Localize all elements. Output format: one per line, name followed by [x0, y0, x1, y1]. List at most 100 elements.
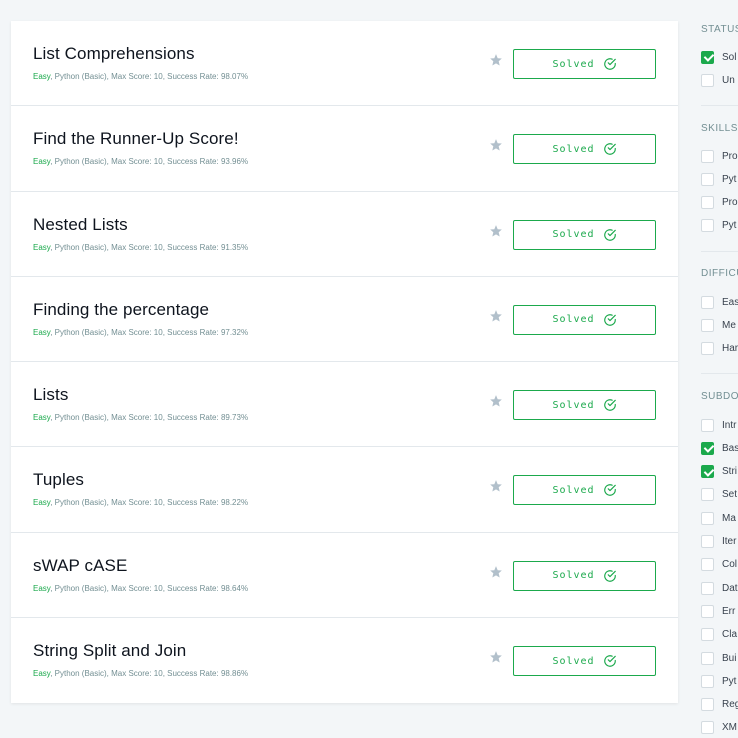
divider: [701, 251, 738, 252]
star-icon[interactable]: [489, 394, 503, 408]
filter-option-subdomains[interactable]: Pyt: [701, 674, 736, 688]
filter-option-skills[interactable]: Pyt: [701, 218, 736, 232]
filter-heading-subdomains: SUBDO: [701, 391, 738, 402]
challenge-title[interactable]: Find the Runner-Up Score!: [33, 129, 239, 149]
checkbox[interactable]: [701, 721, 714, 735]
challenge-row[interactable]: sWAP cASE Easy, Python (Basic), Max Score…: [11, 533, 678, 619]
challenge-title[interactable]: Lists: [33, 385, 68, 405]
challenge-title[interactable]: Finding the percentage: [33, 300, 209, 320]
filter-option-difficulty[interactable]: Har: [701, 341, 738, 355]
checkbox[interactable]: [701, 488, 714, 502]
challenge-row[interactable]: Find the Runner-Up Score! Easy, Python (B…: [11, 106, 678, 192]
challenge-title[interactable]: Tuples: [33, 470, 84, 490]
checkbox[interactable]: [701, 511, 714, 525]
challenge-details: , Python (Basic), Max Score: 10, Success…: [50, 583, 249, 593]
challenge-row[interactable]: String Split and Join Easy, Python (Basic…: [11, 618, 678, 703]
star-icon[interactable]: [489, 565, 503, 579]
filter-option-subdomains[interactable]: Ma: [701, 511, 736, 525]
difficulty-label: Easy: [33, 413, 51, 423]
checkbox[interactable]: [701, 581, 714, 595]
challenge-details: , Python (Basic), Max Score: 10, Success…: [50, 498, 249, 508]
filter-option-subdomains[interactable]: Dat: [701, 581, 738, 595]
filter-option-subdomains[interactable]: Bui: [701, 651, 736, 665]
filter-option-difficulty[interactable]: Eas: [701, 295, 738, 309]
challenge-row[interactable]: Nested Lists Easy, Python (Basic), Max Sc…: [11, 192, 678, 277]
checkbox[interactable]: [701, 195, 714, 209]
solved-button[interactable]: Solved: [513, 560, 656, 591]
divider: [701, 105, 738, 106]
challenge-title[interactable]: sWAP cASE: [33, 556, 127, 576]
checkbox[interactable]: [701, 318, 714, 332]
solved-button[interactable]: Solved: [513, 475, 656, 506]
checkbox[interactable]: [701, 341, 714, 355]
difficulty-label: Easy: [33, 498, 51, 508]
checkbox[interactable]: [701, 674, 714, 688]
challenge-row[interactable]: Tuples Easy, Python (Basic), Max Score: 1…: [11, 447, 678, 533]
filter-option-skills[interactable]: Pyt: [701, 172, 736, 186]
challenge-title[interactable]: Nested Lists: [33, 215, 128, 235]
filter-option-label: Stri: [722, 466, 737, 478]
filter-heading-difficulty: DIFFICU: [701, 268, 738, 279]
checkbox[interactable]: [701, 149, 714, 163]
checkbox[interactable]: [701, 172, 714, 186]
filter-option-subdomains[interactable]: Reg: [701, 698, 738, 712]
checkbox[interactable]: [701, 73, 714, 87]
filter-option-difficulty[interactable]: Me: [701, 318, 736, 332]
star-icon[interactable]: [489, 138, 503, 152]
filter-option-skills[interactable]: Pro: [701, 149, 738, 163]
star-icon[interactable]: [489, 224, 503, 238]
checkbox[interactable]: [701, 465, 714, 479]
filter-option-status[interactable]: Sol: [701, 50, 736, 64]
check-circle-icon: [603, 655, 616, 667]
filter-option-label: Har: [722, 342, 738, 354]
filter-option-subdomains[interactable]: Set: [701, 488, 737, 502]
filter-option-subdomains[interactable]: Cla: [701, 628, 737, 642]
checkbox[interactable]: [701, 604, 714, 618]
checkbox[interactable]: [701, 218, 714, 232]
filter-option-label: Me: [722, 319, 736, 331]
challenge-title[interactable]: List Comprehensions: [33, 44, 195, 64]
filter-option-subdomains[interactable]: XM: [701, 721, 737, 735]
filter-option-subdomains[interactable]: Iter: [701, 535, 736, 549]
solved-label: Solved: [552, 399, 595, 411]
checkbox[interactable]: [701, 628, 714, 642]
solved-button[interactable]: Solved: [513, 390, 656, 421]
solved-button[interactable]: Solved: [513, 219, 656, 250]
solved-label: Solved: [552, 143, 595, 155]
filter-option-subdomains[interactable]: Bas: [701, 441, 738, 455]
solved-button[interactable]: Solved: [513, 134, 656, 165]
filter-option-label: Eas: [722, 296, 738, 308]
challenge-row[interactable]: Lists Easy, Python (Basic), Max Score: 10…: [11, 362, 678, 448]
filter-option-skills[interactable]: Pro: [701, 195, 738, 209]
checkbox[interactable]: [701, 698, 714, 712]
filter-option-label: Intr: [722, 419, 737, 431]
filter-option-label: Un: [722, 74, 735, 86]
filter-option-subdomains[interactable]: Col: [701, 558, 737, 572]
solved-label: Solved: [552, 314, 595, 326]
checkbox[interactable]: [701, 418, 714, 432]
checkbox[interactable]: [701, 295, 714, 309]
star-icon[interactable]: [489, 53, 503, 67]
checkbox[interactable]: [701, 558, 714, 572]
solved-label: Solved: [552, 484, 595, 496]
filter-option-label: Ma: [722, 512, 736, 524]
filter-option-subdomains[interactable]: Err: [701, 604, 735, 618]
filter-option-status[interactable]: Un: [701, 73, 735, 87]
filter-option-subdomains[interactable]: Stri: [701, 465, 737, 479]
challenge-row[interactable]: Finding the percentage Easy, Python (Basi…: [11, 277, 678, 363]
checkbox[interactable]: [701, 441, 714, 455]
challenge-row[interactable]: List Comprehensions Easy, Python (Basic),…: [11, 21, 678, 107]
star-icon[interactable]: [489, 309, 503, 323]
filter-option-subdomains[interactable]: Intr: [701, 418, 736, 432]
solved-button[interactable]: Solved: [513, 49, 656, 79]
solved-button[interactable]: Solved: [513, 304, 656, 335]
checkbox[interactable]: [701, 50, 714, 64]
challenge-list: List Comprehensions Easy, Python (Basic),…: [11, 21, 678, 704]
challenge-title[interactable]: String Split and Join: [33, 641, 186, 661]
checkbox[interactable]: [701, 651, 714, 665]
divider: [701, 373, 738, 374]
star-icon[interactable]: [489, 479, 503, 493]
checkbox[interactable]: [701, 535, 714, 548]
star-icon[interactable]: [489, 650, 503, 664]
solved-button[interactable]: Solved: [513, 646, 656, 677]
